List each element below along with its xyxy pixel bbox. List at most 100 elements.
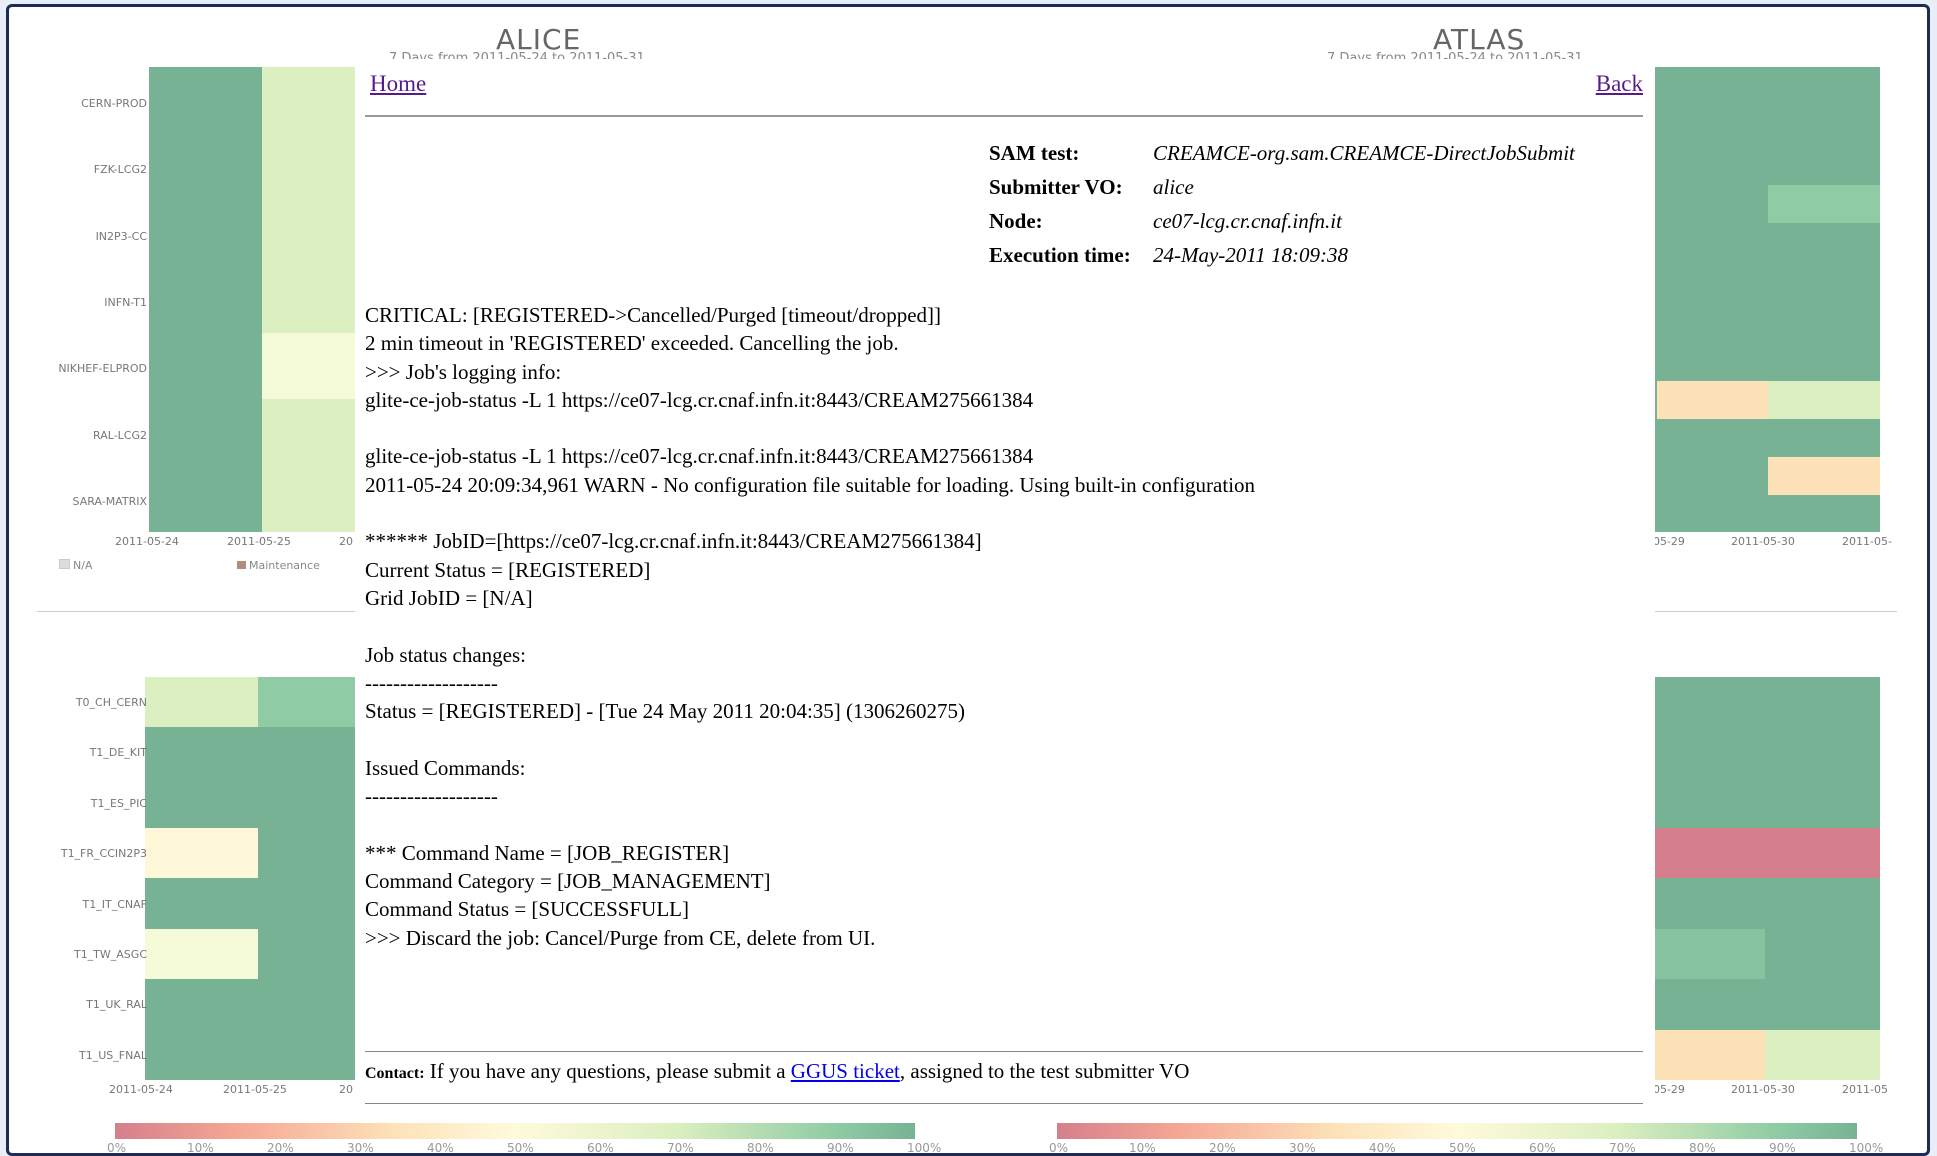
alice-date-1: 2011-05-25	[227, 535, 291, 548]
ll-cell	[258, 677, 359, 727]
scale-tick-label: 80%	[1689, 1141, 1716, 1155]
alice-site-label: RAL-LCG2	[93, 428, 147, 442]
atlas-cell	[1657, 381, 1768, 419]
ll-site-label: T1_FR_CCIN2P3	[60, 847, 147, 861]
log-line: CRITICAL: [REGISTERED->Cancelled/Purged …	[365, 303, 942, 327]
scale-tick-label: 0%	[107, 1141, 127, 1155]
scale-tick-label: 90%	[827, 1141, 854, 1155]
scale-tick-label: 70%	[667, 1141, 694, 1155]
lr-cell	[1649, 828, 1880, 878]
scale-tick-label: 60%	[587, 1141, 614, 1155]
log-line: *** Command Name = [JOB_REGISTER]	[365, 840, 730, 865]
log-line: glite-ce-job-status -L 1 https://ce07-lc…	[365, 444, 1034, 469]
back-link[interactable]: Back	[1596, 71, 1643, 97]
test-output-log: CRITICAL: [REGISTERED->Cancelled/Purged …	[365, 301, 1255, 952]
alice-col-2	[262, 67, 359, 532]
meta-key: SAM test:	[989, 141, 1080, 165]
atlas-grid	[1649, 67, 1880, 532]
atlas-subtitle: 7 Days from 2011-05-24 to 2011-05-31	[1327, 51, 1583, 59]
log-line: Current Status = [REGISTERED]	[365, 557, 651, 582]
ll-site-label: T1_US_FNAL	[79, 1048, 147, 1062]
contact-label: Contact:	[365, 1065, 425, 1082]
lr-cell	[1655, 929, 1765, 979]
test-meta: SAM test: CREAMCE-org.sam.CREAMCE-DirectJ…	[989, 141, 1575, 277]
log-line: Status = [REGISTERED] - [Tue 24 May 2011…	[365, 699, 966, 724]
color-scale-right	[1057, 1123, 1857, 1139]
log-line: Issued Commands:	[365, 755, 526, 780]
window-frame: ALICE 7 Days from 2011-05-24 to 2011-05-…	[6, 4, 1930, 1156]
log-line: glite-ce-job-status -L 1 https://ce07-lc…	[365, 387, 1034, 412]
scale-tick-label: 90%	[1769, 1141, 1796, 1155]
lr-date-1: 2011-05-30	[1731, 1083, 1795, 1096]
log-line: -------------------	[365, 670, 498, 695]
home-link[interactable]: Home	[370, 71, 426, 97]
scale-tick-label: 100%	[907, 1141, 942, 1155]
scale-tick-label: 60%	[1529, 1141, 1556, 1155]
log-line: Command Category = [JOB_MANAGEMENT]	[365, 868, 771, 893]
ll-cell	[145, 828, 258, 878]
lr-cell	[1765, 1030, 1880, 1080]
scale-tick-label: 100%	[1849, 1141, 1884, 1155]
meta-value: alice	[1153, 175, 1194, 199]
footer-separator	[365, 1051, 1643, 1052]
alice-date-2: 20	[339, 535, 353, 548]
log-line: ****** JobID=[https://ce07-lcg.cr.cnaf.i…	[365, 529, 982, 554]
meta-value: ce07-lcg.cr.cnaf.infn.it	[1153, 209, 1342, 233]
header-separator	[365, 115, 1643, 117]
ll-site-label: T1_ES_PIC	[90, 796, 147, 810]
lower-right-grid	[1649, 677, 1880, 1080]
alice-cell-nikhef	[262, 333, 359, 399]
meta-row-node: Node: ce07-lcg.cr.cnaf.infn.it	[989, 209, 1575, 243]
alice-site-label: SARA-MATRIX	[72, 494, 147, 508]
alice-site-label: NIKHEF-ELPROD	[58, 362, 147, 376]
alice-date-0: 2011-05-24	[115, 535, 179, 548]
ll-date-2: 20	[339, 1083, 353, 1096]
lr-date-2: 2011-05	[1842, 1083, 1888, 1096]
legend-maintenance: Maintenance	[237, 559, 320, 572]
log-line: 2011-05-24 20:09:34,961 WARN - No config…	[365, 472, 1256, 497]
scale-tick-label: 40%	[427, 1141, 454, 1155]
scale-tick-label: 0%	[1049, 1141, 1069, 1155]
log-line: >>> Job's logging info:	[365, 359, 562, 384]
alice-site-label: IN2P3-CC	[95, 229, 147, 243]
scale-tick-label: 50%	[507, 1141, 534, 1155]
scale-tick-label: 20%	[267, 1141, 294, 1155]
ll-site-label: T1_IT_CNAF	[82, 897, 147, 911]
contact-line: Contact: If you have any questions, plea…	[365, 1059, 1189, 1084]
bottom-separator	[365, 1103, 1643, 1104]
meta-row-test: SAM test: CREAMCE-org.sam.CREAMCE-DirectJ…	[989, 141, 1575, 175]
ll-date-1: 2011-05-25	[223, 1083, 287, 1096]
log-line: Job status changes:	[365, 642, 526, 667]
atlas-date-1: 2011-05-30	[1731, 535, 1795, 548]
ll-site-label: T0_CH_CERN	[75, 696, 147, 709]
test-details-popup: Home Back SAM test: CREAMCE-org.sam.CREAM…	[355, 67, 1655, 1107]
scale-tick-label: 30%	[1289, 1141, 1316, 1155]
contact-text: If you have any questions, please submit…	[424, 1059, 791, 1083]
atlas-cell	[1768, 381, 1880, 419]
legend-na: N/A	[59, 559, 92, 572]
scale-tick-label: 20%	[1209, 1141, 1236, 1155]
meta-value: CREAMCE-org.sam.CREAMCE-DirectJobSubmit	[1153, 141, 1575, 165]
log-line: Command Status = [SUCCESSFULL]	[365, 897, 689, 922]
meta-value: 24-May-2011 18:09:38	[1153, 243, 1348, 267]
scale-tick-label: 30%	[347, 1141, 374, 1155]
meta-key: Execution time:	[989, 243, 1131, 267]
contact-text-end: , assigned to the test submitter VO	[899, 1059, 1190, 1083]
meta-key: Submitter VO:	[989, 175, 1123, 199]
meta-key: Node:	[989, 209, 1043, 233]
alice-subtitle: 7 Days from 2011-05-24 to 2011-05-31	[389, 51, 645, 59]
lower-left-grid	[145, 677, 359, 1080]
scale-tick-label: 40%	[1369, 1141, 1396, 1155]
atlas-cell	[1768, 457, 1880, 495]
ggus-ticket-link[interactable]: GGUS ticket	[791, 1059, 900, 1083]
scale-tick-label: 10%	[1129, 1141, 1156, 1155]
color-scale-left	[115, 1123, 915, 1139]
alice-site-label: INFN-T1	[104, 295, 147, 309]
scale-tick-label: 50%	[1449, 1141, 1476, 1155]
ll-cell	[145, 929, 258, 979]
log-line: >>> Discard the job: Cancel/Purge from C…	[365, 925, 876, 950]
scale-tick-label: 10%	[187, 1141, 214, 1155]
